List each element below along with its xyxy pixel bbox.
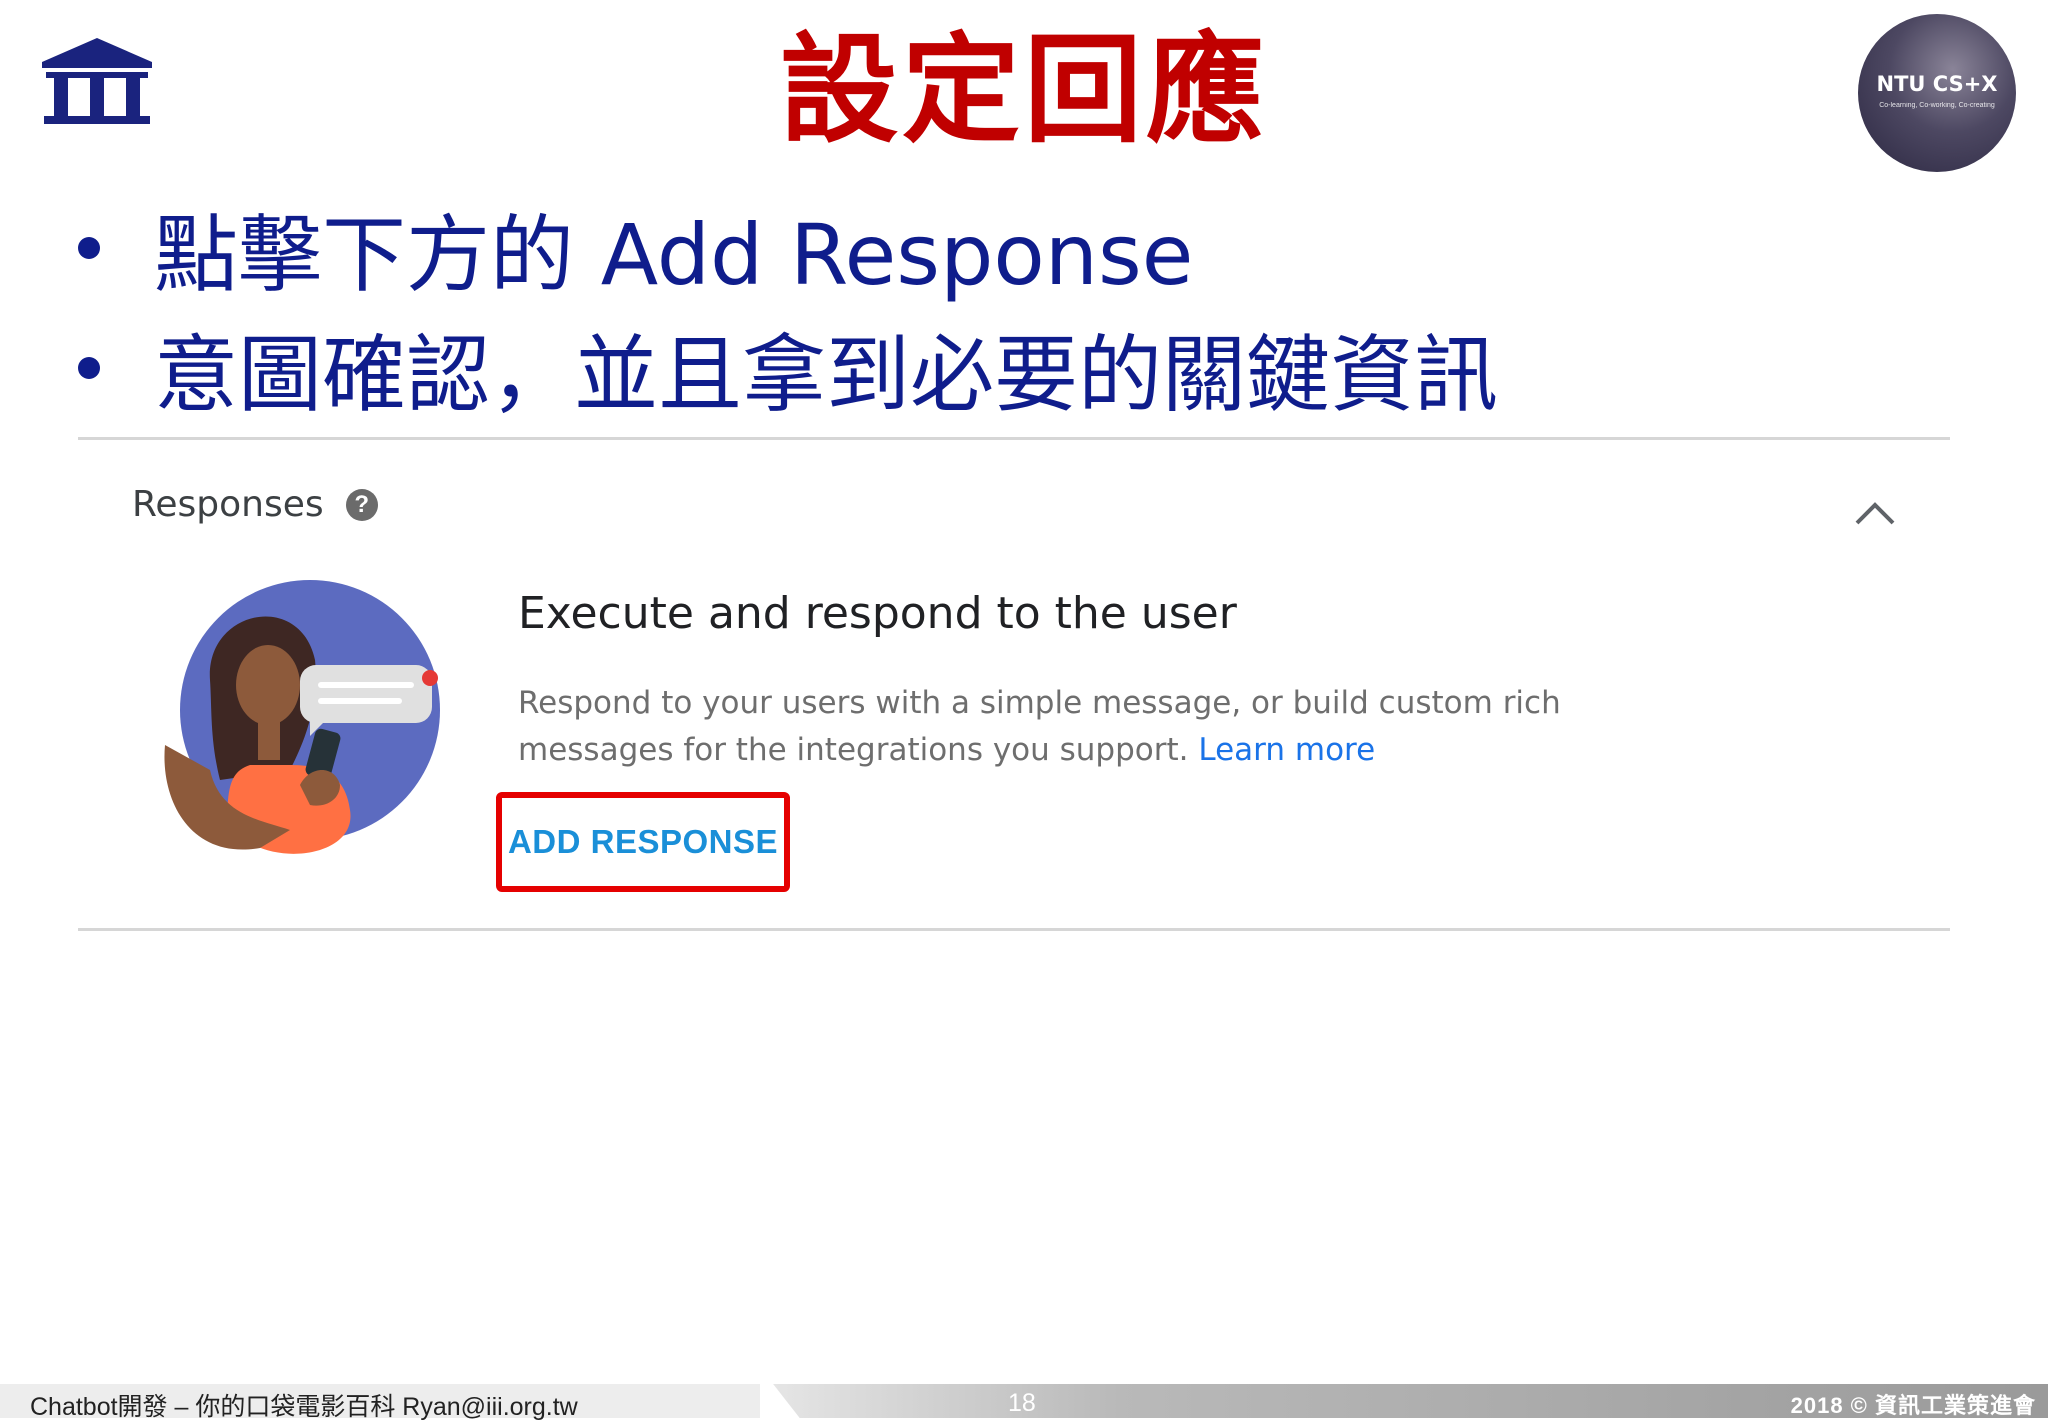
bullet-text: 點擊下方的 Add Response: [154, 205, 1194, 304]
bullet-item: 意圖確認，並且拿到必要的關鍵資訊: [72, 308, 1498, 428]
bullet-item: 點擊下方的 Add Response: [72, 188, 1498, 308]
help-circle-icon[interactable]: ?: [345, 488, 378, 521]
chevron-up-icon[interactable]: [1852, 498, 1898, 528]
bullet-dot-icon: [78, 357, 100, 379]
responses-header: Responses ?: [132, 484, 378, 525]
slide-footer: Chatbot開發 – 你的口袋電影百科 Ryan@iii.org.tw 18 …: [0, 1384, 2048, 1421]
responses-label: Responses: [132, 484, 324, 525]
ntu-csx-badge: NTU CS+X Co-learning, Co-working, Co-cre…: [1858, 14, 2016, 172]
add-response-label: ADD RESPONSE: [507, 823, 779, 860]
bullet-list: 點擊下方的 Add Response 意圖確認，並且拿到必要的關鍵資訊: [72, 188, 1498, 428]
card-description-text: Respond to your users with a simple mess…: [518, 685, 1561, 768]
learn-more-link[interactable]: Learn more: [1198, 732, 1375, 768]
person-with-phone-illustration: [164, 580, 440, 854]
divider-top: [78, 437, 1950, 440]
slide-title: 設定回應: [779, 21, 1268, 159]
badge-text: NTU CS+X: [1876, 72, 1998, 96]
bullet-text: 意圖確認，並且拿到必要的關鍵資訊: [154, 325, 1499, 424]
divider-bottom: [78, 928, 1950, 931]
bullet-dot-icon: [78, 237, 100, 259]
card-description: Respond to your users with a simple mess…: [518, 680, 1578, 774]
page-number: 18: [1008, 1389, 1036, 1417]
footer-copyright: 2018 © 資訊工業策進會: [1790, 1393, 2036, 1418]
badge-subtext: Co-learning, Co-working, Co-creating: [1879, 102, 1995, 109]
card-title: Execute and respond to the user: [518, 588, 1237, 639]
add-response-button[interactable]: ADD RESPONSE: [496, 792, 790, 892]
